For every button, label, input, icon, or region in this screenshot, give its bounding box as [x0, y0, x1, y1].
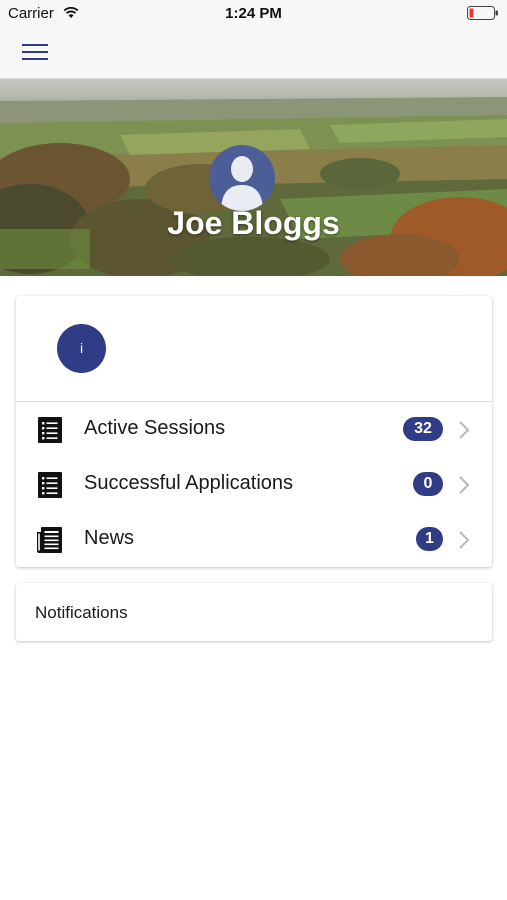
user-silhouette-icon	[209, 145, 275, 211]
notifications-card[interactable]: Notifications	[16, 583, 492, 641]
menu-item-label: Successful Applications	[84, 472, 294, 494]
status-time: 1:24 PM	[225, 5, 282, 22]
info-button[interactable]: i	[57, 324, 106, 373]
menu-item-active-sessions[interactable]: Active Sessions 32	[16, 402, 492, 457]
info-row: i	[16, 296, 492, 402]
user-name: Joe Bloggs	[167, 205, 340, 241]
count-badge: 0	[413, 472, 443, 496]
dashboard-menu-card: i Active Sessions 32 Successful Applicat…	[16, 296, 492, 567]
newspaper-icon	[37, 527, 62, 553]
menu-item-news[interactable]: News 1	[16, 512, 492, 567]
count-badge: 1	[416, 527, 443, 551]
count-badge: 32	[403, 417, 443, 441]
menu-item-successful-applications[interactable]: Successful Applications 0	[16, 457, 492, 512]
chevron-right-icon	[459, 421, 470, 439]
notifications-title: Notifications	[35, 603, 128, 622]
chevron-right-icon	[459, 476, 470, 494]
menu-item-label: Active Sessions	[84, 417, 226, 439]
battery-icon	[467, 6, 498, 20]
profile-header: Joe Bloggs	[0, 79, 507, 276]
list-icon	[38, 472, 62, 498]
navigation-bar	[0, 28, 507, 79]
status-bar: Carrier 1:24 PM	[0, 0, 507, 28]
list-icon	[38, 417, 62, 443]
menu-item-label: News	[84, 527, 135, 549]
chevron-right-icon	[459, 531, 470, 549]
hamburger-menu-icon[interactable]	[18, 41, 52, 65]
